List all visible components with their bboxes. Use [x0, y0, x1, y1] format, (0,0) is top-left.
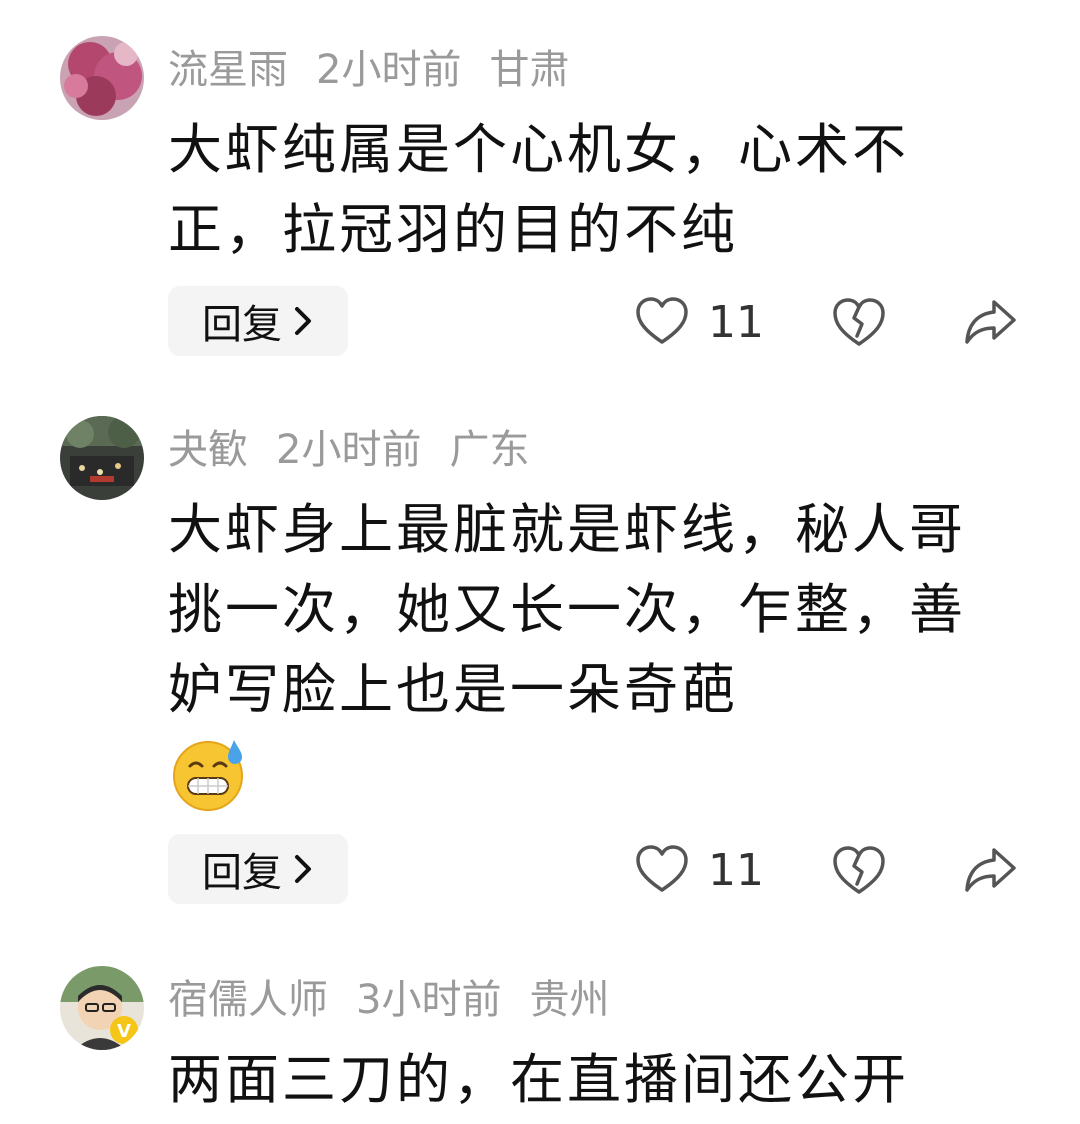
- location: 甘肃: [489, 47, 570, 93]
- comment-text-content: 大虾身上最脏就是虾线，秘人哥挑一次，她又长一次，乍整，善妒写脸上也是一朵奇葩: [168, 498, 966, 721]
- like-button[interactable]: 11: [634, 842, 764, 898]
- comment-meta: 夬歓 2小时前 广东: [168, 416, 557, 476]
- timestamp: 3小时前: [356, 977, 502, 1023]
- comment-text: 大虾纯属是个心机女，心术不正，拉冠羽的目的不纯: [168, 118, 909, 261]
- share-button[interactable]: [960, 840, 1020, 904]
- username[interactable]: 流星雨: [168, 37, 288, 95]
- dislike-button[interactable]: [830, 842, 888, 904]
- comment-actions: 回复 11: [168, 834, 1028, 906]
- grinning-sweat-emoji: [173, 740, 243, 811]
- avatar[interactable]: [60, 36, 144, 120]
- username[interactable]: 夬歓: [168, 417, 248, 475]
- reply-button[interactable]: 回复: [168, 834, 348, 904]
- comment-meta: 宿儒人师 3小时前 贵州: [168, 966, 637, 1026]
- avatar[interactable]: [60, 416, 144, 500]
- avatar[interactable]: V: [60, 966, 144, 1050]
- reply-label: 回复: [202, 850, 282, 896]
- dislike-button[interactable]: [830, 294, 888, 356]
- like-count: 11: [708, 844, 764, 896]
- comment-actions: 回复 11: [168, 286, 1028, 358]
- chevron-right-icon: [295, 855, 311, 883]
- broken-heart-icon: [833, 846, 885, 894]
- comment-text: 大虾身上最脏就是虾线，秘人哥挑一次，她又长一次，乍整，善妒写脸上也是一朵奇葩: [168, 490, 988, 814]
- share-button[interactable]: [960, 292, 1020, 356]
- timestamp: 2小时前: [276, 427, 422, 473]
- chevron-right-icon: [295, 307, 311, 335]
- comment-meta: 流星雨 2小时前 甘肃: [168, 36, 597, 96]
- username[interactable]: 宿儒人师: [168, 967, 328, 1025]
- share-icon: [965, 300, 1016, 344]
- broken-heart-icon: [833, 298, 885, 346]
- like-count: 11: [708, 296, 764, 348]
- heart-icon: [636, 845, 688, 892]
- reply-label: 回复: [202, 302, 282, 348]
- verified-badge-letter: V: [117, 1021, 131, 1042]
- location: 贵州: [529, 977, 610, 1023]
- comment-text: 两面三刀的，在直播间还公开: [168, 1048, 909, 1111]
- heart-icon: [636, 297, 688, 344]
- like-button[interactable]: 11: [634, 294, 764, 350]
- reply-button[interactable]: 回复: [168, 286, 348, 356]
- timestamp: 2小时前: [316, 47, 462, 93]
- share-icon: [965, 848, 1016, 892]
- location: 广东: [449, 427, 530, 473]
